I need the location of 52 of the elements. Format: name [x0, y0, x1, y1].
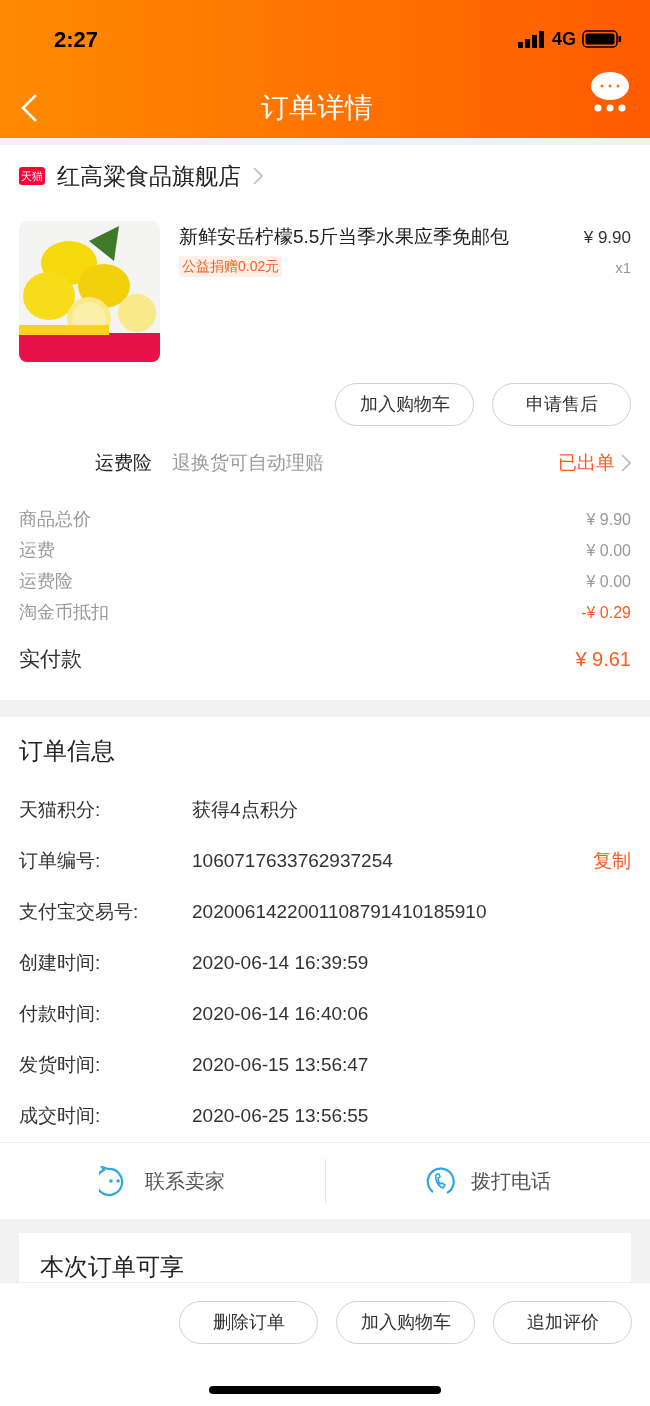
pill-button[interactable]: 加入购物车: [335, 383, 474, 426]
cost-value: ¥ 0.00: [586, 571, 631, 592]
chevron-right-icon: [253, 167, 263, 185]
info-label: 订单编号:: [19, 849, 102, 874]
status-time: 2:27: [54, 25, 99, 54]
pill-button[interactable]: 申请售后: [492, 383, 631, 426]
donation-tag: 公益捐赠0.02元: [179, 255, 283, 277]
insurance-label: 运费险: [95, 450, 152, 475]
paid-label: 实付款: [19, 646, 82, 673]
info-label: 发货时间:: [19, 1053, 102, 1078]
page-title: 订单详情: [261, 91, 373, 125]
cost-value: -¥ 0.29: [581, 602, 631, 623]
info-value: 2020-06-15 13:56:47: [192, 1053, 370, 1078]
phone-icon: [424, 1166, 455, 1196]
product-price: ¥ 9.90: [583, 227, 631, 249]
chevron-right-icon: [621, 454, 631, 472]
info-label: 成交时间:: [19, 1104, 102, 1129]
contact-button[interactable]: 联系卖家: [99, 1166, 226, 1196]
pill-button[interactable]: 删除订单: [179, 1301, 318, 1344]
product-title: 新鲜安岳柠檬5.5斤当季水果应季免邮包: [179, 225, 511, 249]
info-value: 2020061422001108791410185910: [192, 900, 488, 925]
insurance-description: 退换货可自动理赔: [172, 450, 325, 475]
network-label: 4G: [552, 27, 576, 51]
cost-value: ¥ 0.00: [586, 540, 631, 561]
more-chat-button[interactable]: [590, 72, 630, 114]
back-icon: [20, 93, 38, 123]
info-value: 1060717633762937254: [192, 849, 394, 874]
paid-value: ¥ 9.61: [575, 647, 631, 672]
cost-label: 淘金币抵扣: [19, 601, 109, 624]
cost-label: 运费: [19, 539, 55, 562]
cost-label: 运费险: [19, 570, 73, 593]
info-label: 支付宝交易号:: [19, 900, 140, 925]
info-label: 付款时间:: [19, 1002, 102, 1027]
product-quantity: x1: [615, 257, 631, 278]
info-value: 2020-06-14 16:39:59: [192, 951, 370, 976]
info-value: 2020-06-25 13:56:55: [192, 1104, 370, 1129]
info-label: 创建时间:: [19, 951, 102, 976]
pill-button[interactable]: 加入购物车: [336, 1301, 475, 1344]
info-value: 获得4点积分: [192, 798, 299, 823]
section-title: 订单信息: [19, 736, 116, 766]
store-badge: 天猫: [19, 167, 45, 185]
pill-button[interactable]: 追加评价: [493, 1301, 632, 1344]
benefits-title: 本次订单可享: [40, 1252, 184, 1282]
signal-icon: [518, 30, 546, 48]
battery-icon: [582, 29, 622, 49]
cost-value: ¥ 9.90: [586, 509, 631, 530]
store-name[interactable]: 红高粱食品旗舰店: [57, 158, 241, 194]
info-label: 天猫积分:: [19, 798, 102, 823]
info-value: 2020-06-14 16:40:06: [192, 1002, 370, 1027]
more-chat-icon: [590, 72, 630, 114]
cost-label: 商品总价: [19, 508, 91, 531]
contact-button[interactable]: 拨打电话: [424, 1166, 551, 1196]
